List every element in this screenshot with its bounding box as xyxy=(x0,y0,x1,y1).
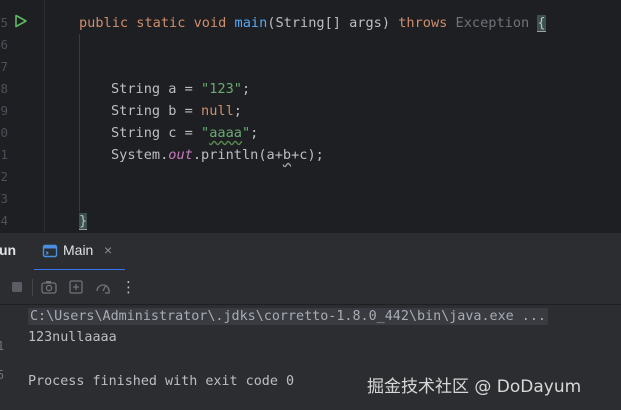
more-options-icon[interactable]: ⋮ xyxy=(121,278,136,296)
line-number: 8 xyxy=(0,81,8,96)
line-number: 6 xyxy=(0,37,8,52)
keyword: static xyxy=(136,15,186,31)
watermark: 掘金技术社区 @ DoDayum xyxy=(367,377,582,397)
declaration: String a = xyxy=(111,81,202,97)
code-line-b[interactable]: String b = null; xyxy=(111,100,242,122)
java-command: C:\Users\Administrator\.jdks\corretto-1.… xyxy=(28,308,548,325)
method-call: .println(a+ xyxy=(192,147,283,163)
line-number: 1 xyxy=(0,147,8,162)
semicolon: ; xyxy=(250,125,259,141)
tab-label: Main xyxy=(63,242,94,258)
code-line-println[interactable]: System.out.println(a+b+c); xyxy=(111,144,324,166)
tab-main[interactable]: Main × xyxy=(34,233,125,271)
restore-layout-icon[interactable] xyxy=(67,278,85,296)
code-line-a[interactable]: String a = "123"; xyxy=(111,78,250,100)
line-number: 5 xyxy=(0,15,8,30)
console-gutter-mark: 1 xyxy=(0,339,5,353)
method-signature[interactable]: public static void main(String[] args) t… xyxy=(79,12,546,34)
line-number: 9 xyxy=(0,103,8,118)
line-number: 2 xyxy=(0,169,8,184)
run-actions-toolbar: ⋮ xyxy=(0,270,621,305)
keyword: void xyxy=(193,15,227,31)
string-quote: " xyxy=(201,125,210,141)
open-brace: { xyxy=(537,15,546,32)
keyword: public xyxy=(79,15,129,31)
close-brace: } xyxy=(79,213,88,230)
code-line-close[interactable]: } xyxy=(79,210,88,232)
exception-type: Exception xyxy=(455,15,530,31)
line-number: 4 xyxy=(0,213,8,228)
keyword: throws xyxy=(398,15,448,31)
semicolon: ; xyxy=(241,81,251,97)
line-number: 0 xyxy=(0,125,8,140)
semicolon: ; xyxy=(233,103,242,119)
console-gutter-mark: 5 xyxy=(0,368,5,382)
declaration: String c = xyxy=(111,125,202,141)
system-class: System. xyxy=(111,147,169,163)
static-field: out xyxy=(168,147,193,163)
call-rest: +c); xyxy=(291,147,324,163)
code-line-c[interactable]: String c = "aaaa"; xyxy=(111,122,258,144)
console-exit-line: Process finished with exit code 0 xyxy=(28,374,295,389)
indent-guide xyxy=(79,34,80,212)
toolbar-separator xyxy=(32,279,33,296)
close-icon[interactable]: × xyxy=(104,242,112,258)
method-name: main xyxy=(234,15,268,31)
run-triangle-icon[interactable] xyxy=(14,14,28,28)
string-quote: " xyxy=(241,125,251,141)
params: (String[] args) xyxy=(267,15,399,31)
run-tool-window-header: un Main × xyxy=(0,232,621,271)
console-output-line: 123nullaaaa xyxy=(28,330,117,345)
string-literal: aaaa xyxy=(209,125,242,141)
line-number: 7 xyxy=(0,59,8,74)
gutter-divider xyxy=(44,0,45,232)
screenshot-icon[interactable] xyxy=(40,278,58,296)
warning-variable: b xyxy=(282,147,292,163)
declaration: String b = xyxy=(111,103,202,119)
console-command-line[interactable]: C:\Users\Administrator\.jdks\corretto-1.… xyxy=(28,307,548,327)
null-keyword: null xyxy=(201,103,234,119)
profiler-icon[interactable] xyxy=(94,278,112,296)
string-literal: "123" xyxy=(201,81,242,97)
stop-icon[interactable] xyxy=(8,278,26,296)
run-config-icon xyxy=(42,244,58,258)
code-editor[interactable]: 5 6 7 8 9 0 1 2 3 4 public static void m… xyxy=(0,0,621,232)
run-window-title: un xyxy=(0,242,17,258)
line-number: 3 xyxy=(0,191,8,206)
